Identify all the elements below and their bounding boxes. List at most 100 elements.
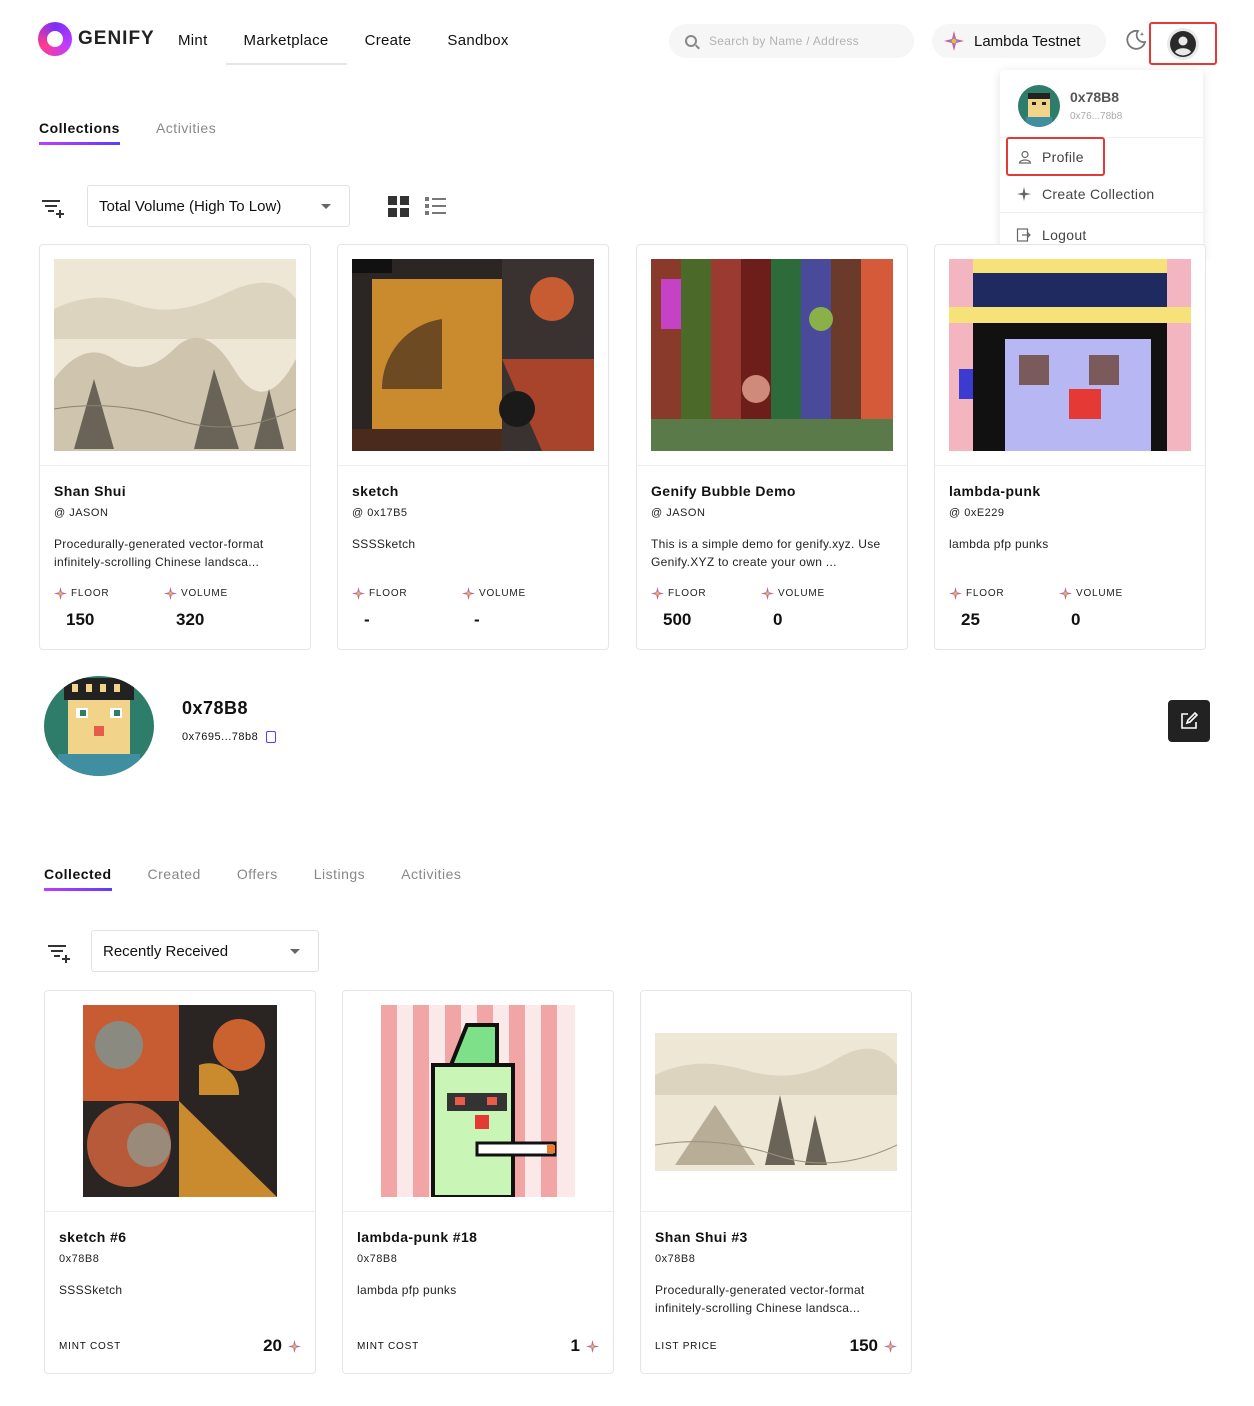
collection-owner: @ JASON <box>54 507 109 519</box>
lambda-token-icon <box>288 1339 301 1353</box>
edit-profile-button[interactable] <box>1168 700 1210 742</box>
collection-image-shan-shui <box>54 259 296 451</box>
tab-profile-activities[interactable]: Activities <box>401 866 461 891</box>
collection-image-sketch <box>352 259 594 451</box>
nav-create[interactable]: Create <box>347 22 430 65</box>
nft-image-lambda-punk-18 <box>357 1005 599 1197</box>
nft-description: SSSSketch <box>59 1283 123 1297</box>
volume-value: 0 <box>1071 610 1081 629</box>
dark-mode-moon-icon[interactable] <box>1124 28 1148 52</box>
volume-value: - <box>474 610 480 629</box>
volume-label: VOLUME <box>778 588 826 599</box>
collection-card[interactable]: Shan Shui @ JASON Procedurally-generated… <box>39 244 311 650</box>
nft-description: lambda pfp punks <box>357 1283 457 1297</box>
card-divider <box>40 465 310 466</box>
volume-value: 0 <box>773 610 783 629</box>
collection-title: sketch <box>352 483 399 499</box>
nav-marketplace[interactable]: Marketplace <box>225 22 347 65</box>
logout-label: Logout <box>1042 227 1087 243</box>
volume-stat: VOLUME 320 <box>164 587 228 630</box>
tab-offers[interactable]: Offers <box>237 866 278 891</box>
price-value: 1 <box>571 1336 599 1356</box>
floor-label: FLOOR <box>71 588 110 599</box>
dropdown-account-header: 0x78B8 0x76...78b8 <box>1000 70 1203 138</box>
lambda-token-icon <box>761 587 774 600</box>
nft-image-shan-shui-3 <box>655 1005 897 1197</box>
user-icon <box>1018 150 1032 164</box>
copy-icon[interactable] <box>266 731 277 743</box>
nft-title: sketch #6 <box>59 1229 127 1245</box>
card-divider <box>45 1211 315 1212</box>
collections-tabs: Collections Activities <box>39 120 216 145</box>
nft-description: Procedurally-generated vector-format inf… <box>655 1283 865 1315</box>
collection-title: Genify Bubble Demo <box>651 483 796 499</box>
volume-stat: VOLUME - <box>462 587 526 630</box>
price-label: MINT COST <box>59 1340 122 1352</box>
create-collection-menu-item[interactable]: Create Collection <box>1000 177 1203 211</box>
volume-label: VOLUME <box>181 588 229 599</box>
price-value: 20 <box>263 1336 301 1356</box>
price-amount: 150 <box>849 1336 878 1355</box>
lambda-token-icon <box>586 1339 599 1353</box>
volume-stat: VOLUME 0 <box>1059 587 1123 630</box>
floor-stat: FLOOR 25 <box>949 587 1004 630</box>
genify-logo-icon <box>38 22 72 56</box>
profile-menu-item[interactable]: Profile <box>1006 137 1105 176</box>
price-amount: 1 <box>570 1336 580 1355</box>
profile-address: 0x7695...78b8 <box>182 731 277 743</box>
filter-icon[interactable] <box>47 943 71 963</box>
search-input[interactable]: Search by Name / Address <box>669 24 914 58</box>
lambda-token-icon <box>949 587 962 600</box>
volume-label: VOLUME <box>479 588 527 599</box>
profile-avatar <box>44 676 154 776</box>
received-sort-select[interactable]: Recently Received <box>91 930 319 972</box>
lambda-network-icon <box>944 31 964 51</box>
nft-item-card[interactable]: Shan Shui #3 0x78B8 Procedurally-generat… <box>640 990 912 1374</box>
account-dropdown: 0x78B8 0x76...78b8 Profile Create Collec… <box>1000 70 1203 260</box>
collection-description: lambda pfp punks <box>949 537 1049 551</box>
price-row: MINT COST 20 <box>59 1336 301 1356</box>
search-placeholder: Search by Name / Address <box>709 34 859 48</box>
profile-tabs: Collected Created Offers Listings Activi… <box>44 866 461 891</box>
grid-view-icon[interactable] <box>388 196 409 217</box>
lambda-token-icon <box>164 587 177 600</box>
card-divider <box>343 1211 613 1212</box>
card-divider <box>338 465 608 466</box>
account-menu-button[interactable] <box>1149 22 1217 65</box>
genify-logo[interactable]: GENIFY <box>38 22 155 56</box>
collection-title: lambda-punk <box>949 483 1041 499</box>
floor-stat: FLOOR 150 <box>54 587 109 630</box>
tab-listings[interactable]: Listings <box>314 866 365 891</box>
collection-image-lambda-punk <box>949 259 1191 451</box>
floor-value: 150 <box>66 610 95 629</box>
collection-owner: @ JASON <box>651 507 706 519</box>
nav-mint[interactable]: Mint <box>160 22 226 65</box>
tab-collections[interactable]: Collections <box>39 120 120 145</box>
tab-created[interactable]: Created <box>148 866 201 891</box>
collection-description: Procedurally-generated vector-format inf… <box>54 537 264 569</box>
nft-title: Shan Shui #3 <box>655 1229 748 1245</box>
tab-collected[interactable]: Collected <box>44 866 112 891</box>
nav-sandbox[interactable]: Sandbox <box>429 22 526 65</box>
dropdown-account-address: 0x76...78b8 <box>1070 111 1123 122</box>
search-icon <box>685 35 697 47</box>
collection-card[interactable]: sketch @ 0x17B5 SSSSketch FLOOR - VOLUME… <box>337 244 609 650</box>
collection-owner: @ 0x17B5 <box>352 507 408 519</box>
floor-stat: FLOOR 500 <box>651 587 706 630</box>
floor-stat: FLOOR - <box>352 587 407 630</box>
sort-select[interactable]: Total Volume (High To Low) <box>87 185 350 227</box>
dropdown-divider <box>1000 212 1203 213</box>
list-view-icon[interactable] <box>425 197 446 216</box>
collection-card[interactable]: lambda-punk @ 0xE229 lambda pfp punks FL… <box>934 244 1206 650</box>
nft-item-card[interactable]: sketch #6 0x78B8 SSSSketch MINT COST 20 <box>44 990 316 1374</box>
filter-icon[interactable] <box>41 198 65 218</box>
network-selector[interactable]: Lambda Testnet <box>932 24 1106 58</box>
lambda-token-icon <box>1059 587 1072 600</box>
lambda-token-icon <box>54 587 67 600</box>
logout-icon <box>1016 228 1031 242</box>
chevron-down-icon <box>290 948 300 954</box>
collection-card[interactable]: Genify Bubble Demo @ JASON This is a sim… <box>636 244 908 650</box>
network-label: Lambda Testnet <box>974 32 1081 50</box>
nft-item-card[interactable]: lambda-punk #18 0x78B8 lambda pfp punks … <box>342 990 614 1374</box>
tab-activities[interactable]: Activities <box>156 120 216 145</box>
